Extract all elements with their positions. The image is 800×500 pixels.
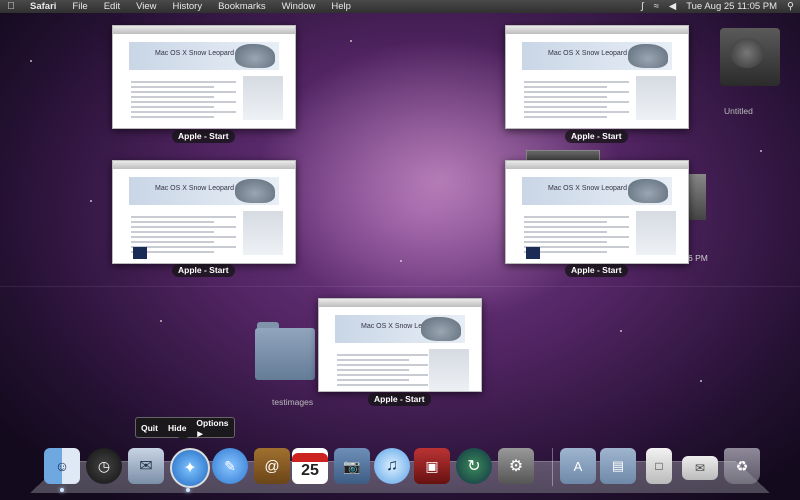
window-toolbar: [506, 161, 688, 169]
page-sidebar: [243, 211, 283, 255]
safari-window-1[interactable]: Mac OS X Snow Leopard: [112, 25, 296, 129]
banner-text: Mac OS X Snow Leopard: [155, 185, 234, 192]
bluetooth-icon[interactable]: ∫: [641, 1, 644, 12]
menu-bookmarks[interactable]: Bookmarks: [210, 0, 274, 13]
page-thumbnail: [133, 247, 147, 259]
window-toolbar: [113, 161, 295, 169]
banner-text: Mac OS X Snow Leopard: [548, 50, 627, 57]
snow-leopard-banner: Mac OS X Snow Leopard: [129, 42, 279, 70]
divider-line: [0, 286, 800, 287]
snow-leopard-banner: Mac OS X Snow Leopard: [335, 315, 465, 343]
page-sidebar: [429, 349, 469, 391]
background-window-fragment: [686, 174, 706, 220]
page-sidebar: [636, 76, 676, 120]
safari-window-5[interactable]: Mac OS X Snow Leopard: [318, 298, 482, 392]
banner-text: Mac OS X Snow Leopard: [548, 185, 627, 192]
menu-safari[interactable]: Safari: [22, 0, 64, 13]
photo-booth-icon[interactable]: ▣: [414, 448, 450, 484]
menu-history[interactable]: History: [165, 0, 211, 13]
menu-file[interactable]: File: [64, 0, 95, 13]
folder-icon[interactable]: [255, 322, 315, 380]
menu-view[interactable]: View: [128, 0, 164, 13]
leopard-image: [421, 317, 461, 341]
spotlight-icon[interactable]: ⚲: [787, 1, 794, 12]
window-title-label: Apple - Start: [172, 264, 235, 277]
hard-disk-label[interactable]: Untitled: [724, 106, 753, 116]
menubar-clock[interactable]: Tue Aug 25 11:05 PM: [686, 1, 777, 12]
leopard-image: [235, 44, 275, 68]
safari-window-4[interactable]: Mac OS X Snow Leopard: [505, 160, 689, 264]
window-toolbar: [113, 26, 295, 34]
page-thumbnail: [526, 247, 540, 259]
mail-icon[interactable]: ✉: [128, 448, 164, 484]
ichat-icon[interactable]: ✎: [212, 448, 248, 484]
window-title-label: Apple - Start: [368, 393, 431, 406]
menu-window[interactable]: Window: [274, 0, 324, 13]
preview-icon[interactable]: 📷: [334, 448, 370, 484]
downloads-stack-icon[interactable]: □: [646, 448, 672, 484]
hard-disk-icon[interactable]: [716, 22, 784, 96]
menu-help[interactable]: Help: [323, 0, 359, 13]
window-toolbar: [506, 26, 688, 34]
menu-bar:  Safari File Edit View History Bookmark…: [0, 0, 800, 13]
window-title-label: Apple - Start: [565, 130, 628, 143]
time-machine-icon[interactable]: ↻: [456, 448, 492, 484]
mail-stack-icon[interactable]: ✉: [682, 456, 718, 480]
finder-icon[interactable]: ☺: [44, 448, 80, 484]
menu-edit[interactable]: Edit: [96, 0, 128, 13]
volume-icon[interactable]: ◀: [669, 1, 676, 12]
leopard-image: [235, 179, 275, 203]
window-toolbar: [319, 299, 481, 307]
trash-icon[interactable]: ♻: [724, 448, 760, 484]
banner-text: Mac OS X Snow Leopard: [155, 50, 234, 57]
dock-separator: [552, 448, 553, 486]
folder-label[interactable]: testimages: [272, 397, 313, 407]
snow-leopard-banner: Mac OS X Snow Leopard: [522, 42, 672, 70]
address-book-icon[interactable]: @: [254, 448, 290, 484]
system-preferences-icon[interactable]: ⚙: [498, 448, 534, 484]
applications-folder-icon[interactable]: A: [560, 448, 596, 484]
snow-leopard-banner: Mac OS X Snow Leopard: [129, 177, 279, 205]
calendar-day: 25: [301, 461, 319, 479]
snow-leopard-banner: Mac OS X Snow Leopard: [522, 177, 672, 205]
leopard-image: [628, 179, 668, 203]
safari-window-2[interactable]: Mac OS X Snow Leopard: [505, 25, 689, 129]
leopard-image: [628, 44, 668, 68]
dock: ☺ ◷ ✉ ✦ ✎ @ 25 📷 ♫ ▣ ↻ ⚙ A ▤ □ ✉ ♻: [40, 418, 770, 492]
dashboard-icon[interactable]: ◷: [86, 448, 122, 484]
running-indicator: [60, 488, 64, 492]
ical-icon[interactable]: 25: [292, 448, 328, 484]
documents-folder-icon[interactable]: ▤: [600, 448, 636, 484]
running-indicator: [186, 488, 190, 492]
safari-window-3[interactable]: Mac OS X Snow Leopard: [112, 160, 296, 264]
itunes-icon[interactable]: ♫: [374, 448, 410, 484]
window-title-label: Apple - Start: [172, 130, 235, 143]
safari-icon[interactable]: ✦: [170, 448, 210, 488]
page-sidebar: [636, 211, 676, 255]
clock-fragment: 6 PM: [688, 253, 708, 263]
apple-menu-icon[interactable]: : [0, 1, 22, 12]
page-sidebar: [243, 76, 283, 120]
wifi-icon[interactable]: ≈: [654, 1, 659, 12]
window-title-label: Apple - Start: [565, 264, 628, 277]
